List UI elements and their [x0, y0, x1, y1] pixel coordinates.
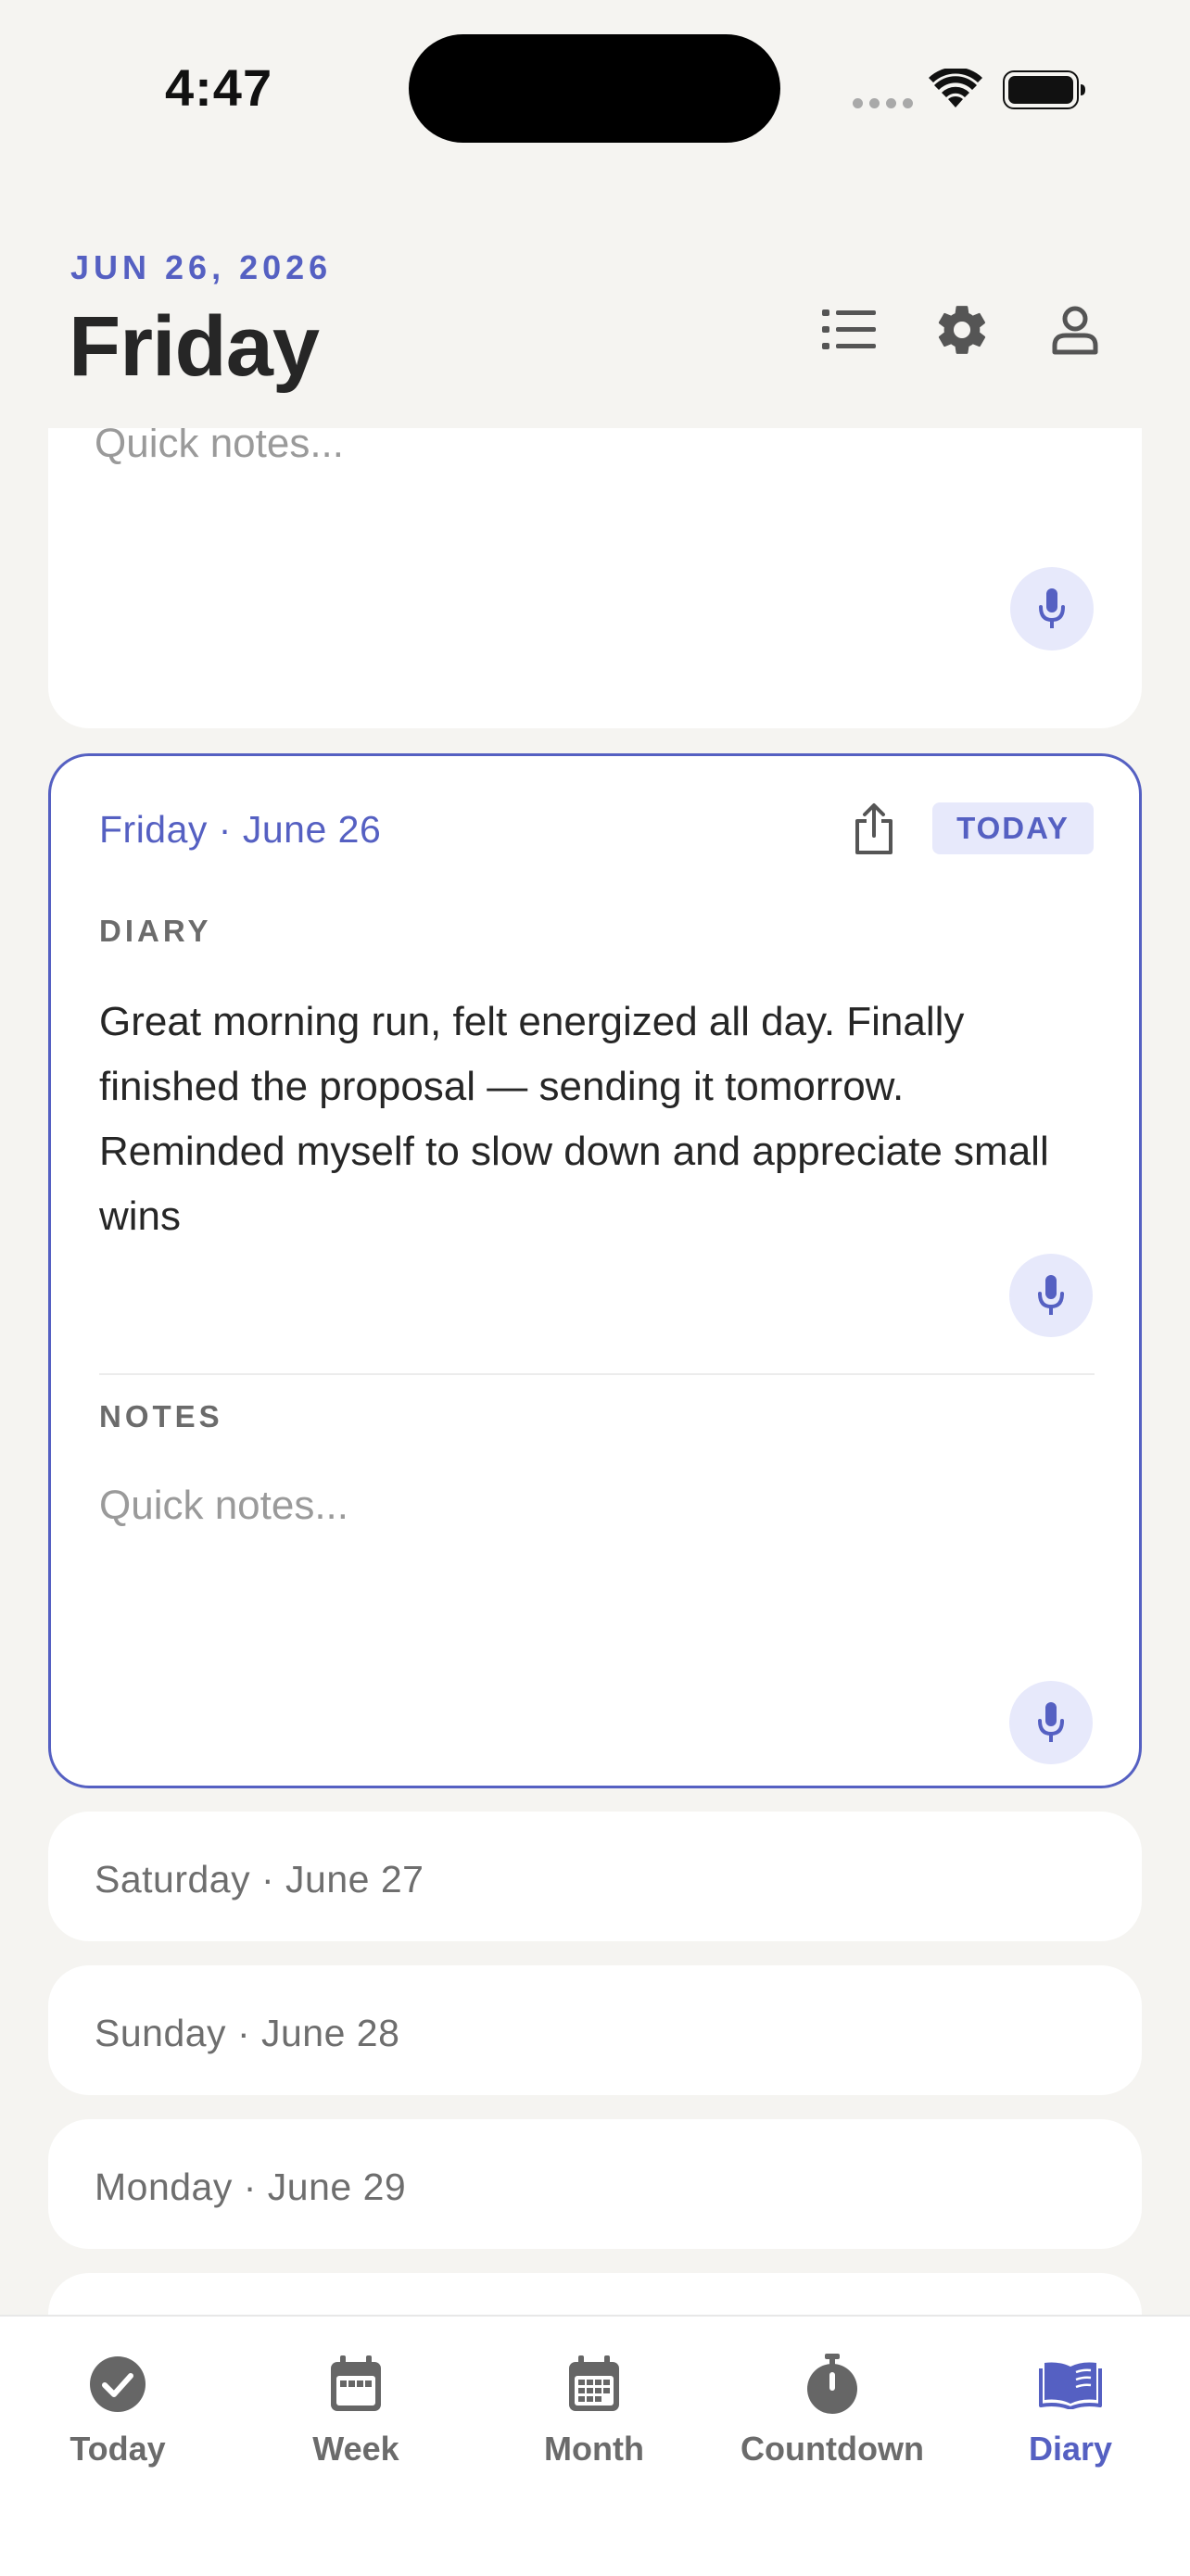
microphone-icon: [1039, 588, 1065, 628]
tab-label: Countdown: [741, 2430, 924, 2468]
day-card-sunday[interactable]: Sunday · June 28: [48, 1965, 1142, 2095]
page-title: Friday: [69, 299, 320, 394]
tab-label: Week: [312, 2430, 399, 2468]
tab-diary[interactable]: Diary: [959, 2352, 1182, 2469]
dynamic-island: [409, 34, 780, 143]
notes-input[interactable]: Quick notes...: [99, 1483, 348, 1529]
tab-label: Today: [70, 2430, 166, 2468]
microphone-icon: [1038, 1275, 1064, 1315]
previous-day-card: Quick notes...: [48, 428, 1142, 728]
diary-mic-button[interactable]: [1009, 1254, 1093, 1337]
battery-icon: [1003, 70, 1085, 109]
calendar-week-icon: [323, 2352, 388, 2417]
list-button[interactable]: [814, 295, 884, 365]
gear-icon: [938, 306, 986, 354]
diary-scroll-list[interactable]: Quick notes... Friday · June 26 TODAY DI…: [0, 428, 1190, 2315]
tab-month[interactable]: Month: [483, 2352, 705, 2469]
notes-input[interactable]: Quick notes...: [95, 428, 344, 467]
checkmark-circle-icon: [85, 2352, 150, 2417]
microphone-icon: [1038, 1702, 1064, 1742]
tab-label: Month: [544, 2430, 644, 2468]
tab-label: Diary: [1028, 2430, 1113, 2468]
day-card-label: Sunday · June 28: [95, 2012, 400, 2054]
today-badge: TODAY: [932, 802, 1094, 854]
status-time: 4:47: [165, 58, 273, 117]
timer-icon: [800, 2352, 865, 2417]
calendar-month-icon: [562, 2352, 627, 2417]
share-icon[interactable]: [854, 802, 894, 856]
settings-button[interactable]: [927, 295, 997, 365]
book-icon: [1038, 2352, 1103, 2417]
person-icon: [1052, 306, 1098, 355]
diary-section-label: DIARY: [99, 914, 212, 948]
diary-text-field[interactable]: Great morning run, felt energized all da…: [99, 990, 1100, 1249]
day-card-next[interactable]: [48, 2273, 1142, 2315]
tab-week[interactable]: Week: [245, 2352, 467, 2469]
tab-countdown[interactable]: Countdown: [721, 2352, 943, 2469]
tab-today[interactable]: Today: [6, 2352, 229, 2469]
day-card-label: Saturday · June 27: [95, 1858, 424, 1900]
status-bar: 4:47: [0, 0, 1190, 176]
cellular-signal-icon: [853, 98, 913, 108]
card-date-title: Friday · June 26: [99, 808, 382, 851]
today-diary-card: Friday · June 26 TODAY DIARY Great morni…: [48, 753, 1142, 1788]
notes-section-label: NOTES: [99, 1399, 223, 1433]
header-date: JUN 26, 2026: [70, 248, 333, 286]
section-divider: [99, 1373, 1095, 1375]
notes-mic-button[interactable]: [1009, 1681, 1093, 1764]
app-header: JUN 26, 2026 Friday: [0, 176, 1190, 428]
wifi-icon: [929, 69, 982, 107]
profile-button[interactable]: [1040, 295, 1110, 365]
day-card-saturday[interactable]: Saturday · June 27: [48, 1812, 1142, 1941]
list-icon: [822, 309, 876, 349]
tab-bar: Today Week Month Countdown Diary: [0, 2315, 1190, 2576]
notes-mic-button[interactable]: [1010, 567, 1094, 650]
day-card-monday[interactable]: Monday · June 29: [48, 2119, 1142, 2249]
day-card-label: Monday · June 29: [95, 2166, 407, 2208]
